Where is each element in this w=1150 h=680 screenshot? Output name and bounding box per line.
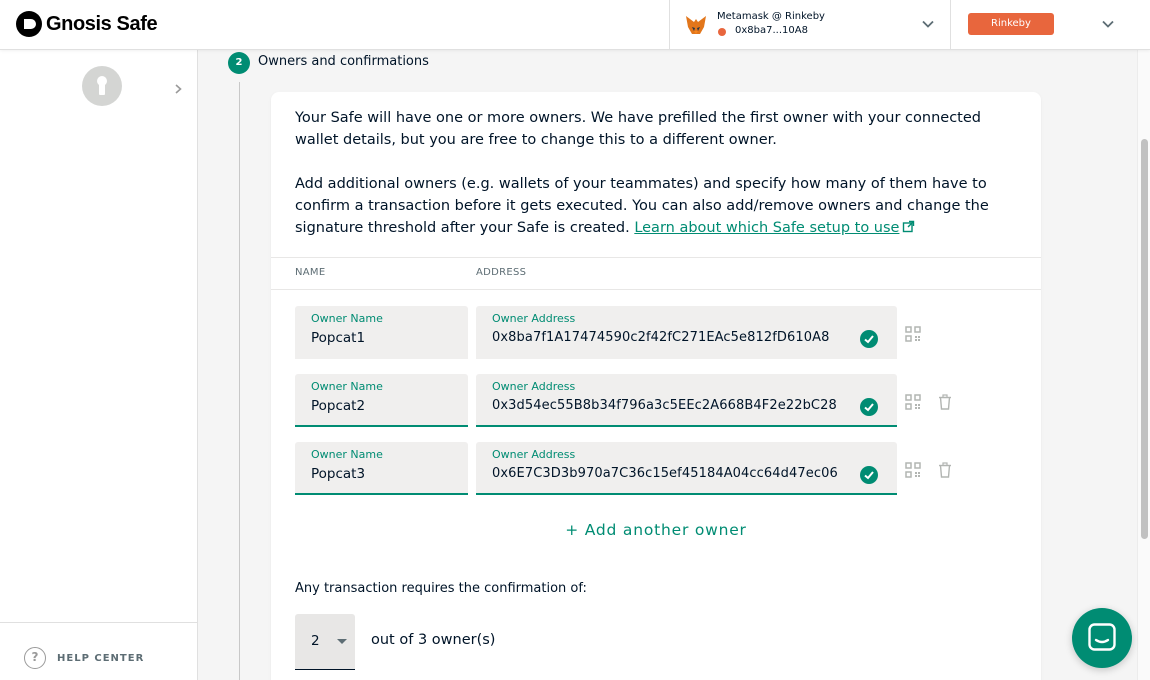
sidebar: ? HELP CENTER xyxy=(0,50,198,680)
chat-icon xyxy=(1088,623,1116,651)
owner-name-label: Owner Name xyxy=(311,448,383,461)
step-connector-line xyxy=(239,82,240,680)
trash-icon[interactable] xyxy=(937,462,953,478)
check-icon xyxy=(860,330,878,348)
intro-paragraph-2: Add additional owners (e.g. wallets of y… xyxy=(295,173,1020,239)
check-icon xyxy=(860,398,878,416)
wallet-title: Metamask @ Rinkeby xyxy=(717,11,825,22)
owner-address-field[interactable]: Owner Address 0x8ba7f1A17474590c2f42fC27… xyxy=(476,306,897,359)
owner-address-value: 0x6E7C3D3b970a7C36c15ef45184A04cc64d47ec… xyxy=(492,466,838,481)
scrollbar[interactable] xyxy=(1137,50,1150,680)
step-title: Owners and confirmations xyxy=(258,54,429,69)
scrollbar-thumb[interactable] xyxy=(1141,139,1148,539)
owner-address-label: Owner Address xyxy=(492,380,576,393)
wallet-selector[interactable]: Metamask @ Rinkeby 0x8ba7...10A8 xyxy=(669,0,951,50)
qr-code-icon[interactable] xyxy=(905,326,921,342)
learn-setup-link-text: Learn about which Safe setup to use xyxy=(634,220,900,236)
fox-icon xyxy=(686,16,706,34)
threshold-selected-value: 2 xyxy=(311,633,320,649)
owners-card: Your Safe will have one or more owners. … xyxy=(271,92,1041,680)
trash-icon[interactable] xyxy=(937,394,953,410)
owner-name-label: Owner Name xyxy=(311,380,383,393)
owner-address-value: 0x8ba7f1A17474590c2f42fC271EAc5e812fD610… xyxy=(492,330,830,345)
safe-avatar[interactable] xyxy=(82,66,122,106)
help-icon: ? xyxy=(24,647,46,669)
dropdown-arrow-icon xyxy=(337,639,347,644)
owner-name-value: Popcat3 xyxy=(311,466,366,482)
owner-address-field[interactable]: Owner Address 0x3d54ec55B8b34f796a3c5EEc… xyxy=(476,374,897,427)
check-icon xyxy=(860,466,878,484)
intro-text: Your Safe will have one or more owners. … xyxy=(295,107,1020,261)
wallet-address: 0x8ba7...10A8 xyxy=(735,25,808,36)
owner-address-field[interactable]: Owner Address 0x6E7C3D3b970a7C36c15ef451… xyxy=(476,442,897,495)
external-link-icon xyxy=(903,220,915,233)
divider xyxy=(0,622,197,623)
help-center-label: HELP CENTER xyxy=(57,652,145,664)
qr-code-icon[interactable] xyxy=(905,394,921,410)
threshold-prompt: Any transaction requires the confirmatio… xyxy=(295,581,587,596)
learn-setup-link[interactable]: Learn about which Safe setup to use xyxy=(634,220,915,236)
owner-name-value: Popcat1 xyxy=(311,330,366,346)
chevron-down-icon[interactable] xyxy=(920,16,936,32)
help-center-link[interactable]: ? HELP CENTER xyxy=(24,646,144,670)
column-address: ADDRESS xyxy=(476,267,527,278)
threshold-suffix: out of 3 owner(s) xyxy=(371,632,496,648)
owner-address-label: Owner Address xyxy=(492,448,576,461)
chevron-right-icon[interactable] xyxy=(172,82,184,96)
column-name: NAME xyxy=(295,267,326,278)
owner-name-value: Popcat2 xyxy=(311,398,366,414)
owner-address-label: Owner Address xyxy=(492,312,576,325)
owners-table-header: NAME ADDRESS xyxy=(271,257,1041,290)
qr-code-icon[interactable] xyxy=(905,462,921,478)
gnosis-safe-logo[interactable]: Gnosis Safe xyxy=(16,11,158,37)
add-owner-button[interactable]: + Add another owner xyxy=(271,521,1041,539)
top-bar: Gnosis Safe Metamask @ Rinkeby 0x8ba7...… xyxy=(0,0,1150,50)
chat-button[interactable] xyxy=(1072,608,1132,668)
owner-address-value: 0x3d54ec55B8b34f796a3c5EEc2A668B4F2e22bC… xyxy=(492,398,837,413)
network-badge: Rinkeby xyxy=(968,13,1054,35)
keyhole-icon-stem xyxy=(99,83,105,95)
network-status-dot xyxy=(718,28,726,36)
chevron-down-icon[interactable] xyxy=(1100,16,1116,32)
intro-paragraph-1: Your Safe will have one or more owners. … xyxy=(295,110,981,148)
gnosis-logo-icon xyxy=(16,11,42,37)
owner-name-field[interactable]: Owner Name Popcat2 xyxy=(295,374,468,427)
step-number-badge: 2 xyxy=(228,52,250,74)
logo-text: Gnosis Safe xyxy=(46,12,158,35)
owner-name-field[interactable]: Owner Name Popcat1 xyxy=(295,306,468,359)
threshold-select[interactable]: 2 xyxy=(295,614,355,670)
owner-name-label: Owner Name xyxy=(311,312,383,325)
owner-name-field[interactable]: Owner Name Popcat3 xyxy=(295,442,468,495)
